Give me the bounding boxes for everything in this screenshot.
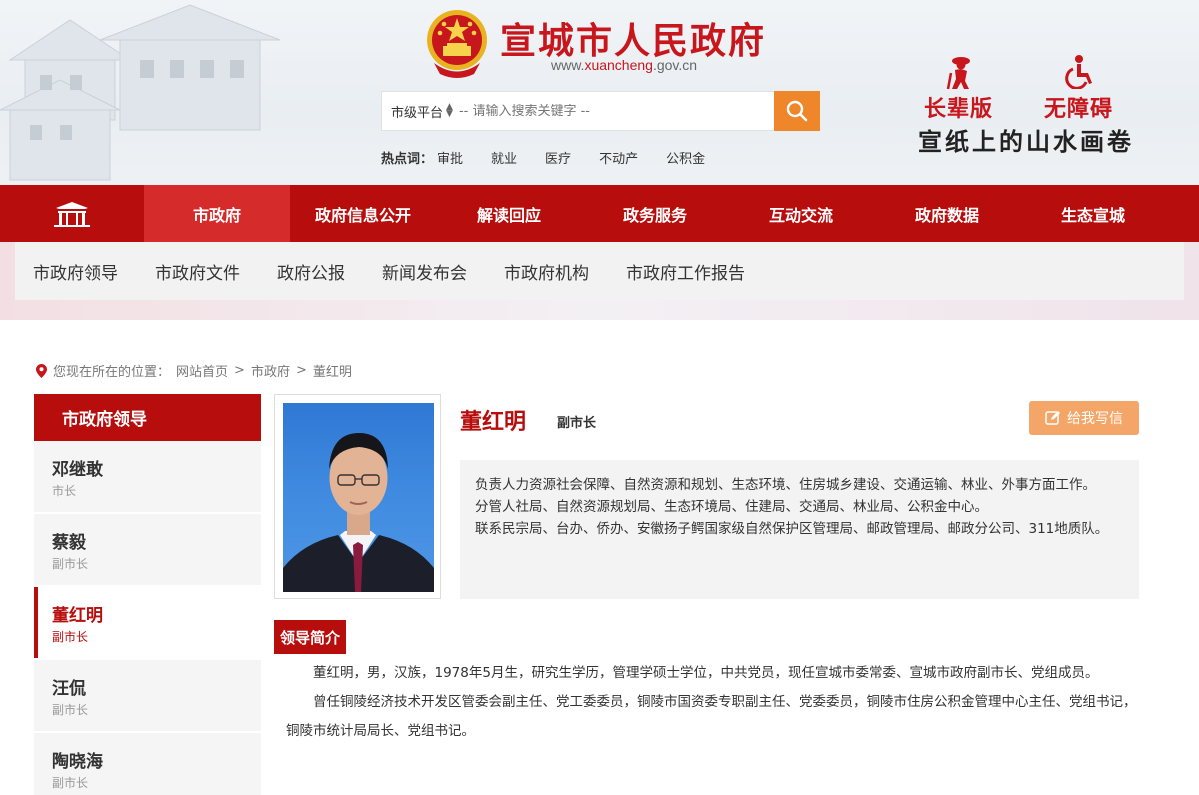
hui-architecture-illustration [0, 4, 281, 181]
wheelchair-icon [1064, 55, 1092, 89]
sidebar-title: 市政府领导 [34, 394, 261, 441]
nav-eco-xuancheng[interactable]: 生态宣城 [1020, 185, 1166, 242]
leader-portrait-photo [283, 403, 434, 592]
subnav-work-report[interactable]: 市政府工作报告 [626, 259, 745, 284]
national-emblem-logo [427, 10, 487, 78]
city-slogan: 宣纸上的山水画卷 [918, 127, 1134, 156]
sidebar-item-leader-active[interactable]: 董红明 副市长 [34, 587, 261, 660]
leader-name: 邓继敢 [52, 459, 103, 480]
elder-mode-label: 长辈版 [924, 97, 994, 122]
leader-name: 蔡毅 [52, 532, 86, 553]
leader-duties: 负责人力资源社会保障、自然资源和规划、生态环境、住房城乡建设、交通运输、林业、外… [460, 460, 1139, 599]
leader-photo-frame [274, 394, 441, 599]
search-scope-select[interactable]: 市级平台 ▲ ▼ [382, 102, 453, 121]
leader-title: 副市长 [52, 629, 89, 644]
sidebar-item-leader[interactable]: 陶晓海 副市长 [34, 733, 261, 795]
search-scope-label: 市级平台 [391, 105, 444, 121]
nav-gov-data[interactable]: 政府数据 [874, 185, 1020, 242]
sidebar-item-leader[interactable]: 邓继敢 市长 [34, 441, 261, 514]
sidebar-item-leader[interactable]: 蔡毅 副市长 [34, 514, 261, 587]
leader-title: 副市长 [52, 702, 89, 717]
portrait-illustration [283, 433, 434, 592]
breadcrumb-sep: > [234, 363, 245, 378]
nav-home[interactable] [0, 185, 144, 242]
subnav-leaders[interactable]: 市政府领导 [33, 259, 118, 284]
hotword-link[interactable]: 审批 [437, 148, 463, 167]
nav-city-government[interactable]: 市政府 [144, 185, 290, 242]
duty-line: 分管人社局、自然资源规划局、生态环境局、住建局、交通局、林业局、公积金中心。 [475, 499, 988, 515]
updown-arrow-icon: ▲ ▼ [446, 102, 453, 119]
hotword-link[interactable]: 医疗 [545, 148, 571, 167]
subnav-agencies[interactable]: 市政府机构 [504, 259, 589, 284]
leader-name: 汪侃 [52, 678, 86, 699]
hotword-link[interactable]: 不动产 [599, 148, 638, 167]
accessible-mode-link[interactable]: 无障碍 [1044, 55, 1113, 123]
breadcrumb-home[interactable]: 网站首页 [176, 361, 228, 380]
breadcrumb: 您现在所在的位置： 网站首页 > 市政府 > 董红明 [36, 361, 352, 380]
breadcrumb-prefix: 您现在所在的位置： [53, 365, 171, 380]
accessible-mode-label: 无障碍 [1044, 97, 1114, 122]
breadcrumb-current[interactable]: 董红明 [313, 361, 352, 380]
subnav-documents[interactable]: 市政府文件 [155, 259, 240, 284]
breadcrumb-sep: > [295, 363, 307, 378]
leader-biography: 董红明，男，汉族，1978年5月生，研究生学历，管理学硕士学位，中共党员，现任宣… [286, 659, 1139, 746]
site-url-domain: xuancheng [584, 57, 653, 73]
location-pin-icon [36, 363, 47, 378]
leader-title: 副市长 [52, 775, 89, 790]
search-button[interactable] [774, 91, 820, 131]
main-nav: 市政府 政府信息公开 解读回应 政务服务 互动交流 政府数据 生态宣城 [0, 185, 1199, 242]
site-url: www.xuancheng.gov.cn [551, 57, 697, 73]
site-url-suffix: .gov.cn [652, 57, 698, 73]
nav-info-disclosure[interactable]: 政府信息公开 [290, 185, 436, 242]
duty-line: 联系民宗局、台办、侨办、安徽扬子鳄国家级自然保护区管理局、邮政管理局、邮政分公司… [475, 521, 1109, 537]
hotword-link[interactable]: 公积金 [666, 148, 705, 167]
hotwords: 热点词： 审批 就业 医疗 不动产 公积金 [381, 148, 733, 167]
leader-title: 副市长 [52, 556, 89, 571]
sub-nav-band: 市政府领导 市政府文件 政府公报 新闻发布会 市政府机构 市政府工作报告 [0, 242, 1199, 320]
nav-interaction[interactable]: 互动交流 [728, 185, 874, 242]
duty-line: 负责人力资源社会保障、自然资源和规划、生态环境、住房城乡建设、交通运输、林业、外… [475, 477, 1096, 493]
nav-gov-services[interactable]: 政务服务 [582, 185, 728, 242]
leader-title: 市长 [52, 483, 77, 498]
site-url-prefix: www. [551, 57, 585, 73]
sidebar-item-leader[interactable]: 汪侃 副市长 [34, 660, 261, 733]
search-box: 市级平台 ▲ ▼ [381, 91, 820, 131]
bio-paragraph: 董红明，男，汉族，1978年5月生，研究生学历，管理学硕士学位，中共党员，现任宣… [313, 665, 1099, 681]
site-header: 宣城市人民政府 www.xuancheng.gov.cn 市级平台 ▲▼ 热点词… [0, 0, 1199, 185]
write-letter-label: 给我写信 [1067, 411, 1123, 427]
breadcrumb-city-gov[interactable]: 市政府 [251, 361, 290, 380]
subnav-press-conference[interactable]: 新闻发布会 [382, 259, 467, 284]
write-letter-button[interactable]: 给我写信 [1029, 401, 1139, 435]
sub-nav: 市政府领导 市政府文件 政府公报 新闻发布会 市政府机构 市政府工作报告 [15, 242, 1184, 300]
nav-interpretation[interactable]: 解读回应 [436, 185, 582, 242]
bio-paragraph: 曾任铜陵经济技术开发区管委会副主任、党工委委员，铜陵市国资委专职副主任、党委委员… [286, 694, 1137, 739]
search-icon [786, 100, 808, 122]
leader-name: 董红明 [52, 605, 103, 626]
home-gate-icon [54, 201, 90, 227]
elder-mode-link[interactable]: 长辈版 [924, 55, 993, 123]
leader-name-heading: 董红明 [460, 410, 527, 435]
elder-icon [946, 57, 970, 89]
hotwords-label: 热点词： [381, 152, 434, 167]
leader-title-heading: 副市长 [557, 416, 597, 431]
leader-name: 陶晓海 [52, 751, 103, 772]
bio-section-title: 领导简介 [274, 620, 347, 654]
edit-icon [1045, 411, 1060, 425]
search-input[interactable] [458, 103, 759, 119]
subnav-gazette[interactable]: 政府公报 [277, 259, 345, 284]
hotword-link[interactable]: 就业 [491, 148, 517, 167]
leaders-sidebar: 市政府领导 邓继敢 市长 蔡毅 副市长 董红明 副市长 汪侃 副市长 陶晓海 副… [34, 394, 261, 795]
